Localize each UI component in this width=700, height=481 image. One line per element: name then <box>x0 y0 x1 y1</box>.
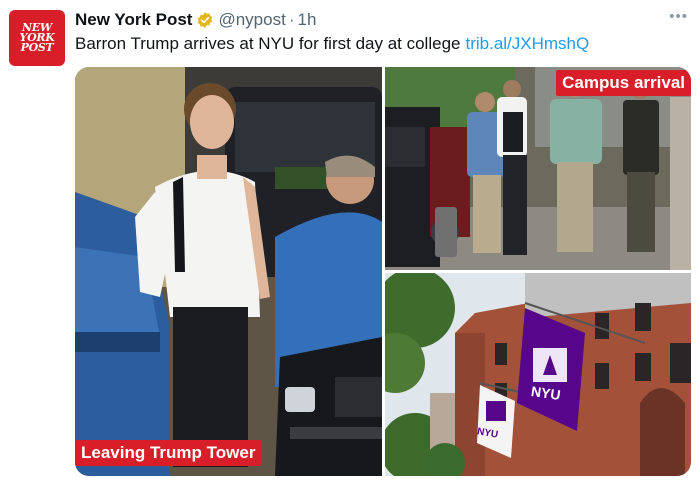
photo-leaving-trump-tower-image <box>75 67 382 476</box>
avatar[interactable]: NEW YORK POST <box>9 10 65 66</box>
caption-leaving-trump-tower: Leaving Trump Tower <box>75 440 262 466</box>
author-name[interactable]: New York Post <box>75 10 192 30</box>
tweet-text: Barron Trump arrives at NYU for first da… <box>75 34 589 54</box>
timestamp[interactable]: 1h <box>298 10 317 30</box>
photo-nyu-building-image <box>385 273 691 476</box>
verified-badge-icon <box>198 12 213 28</box>
photo-campus-arrival-image <box>385 67 691 270</box>
author-handle[interactable]: @nypost <box>218 10 285 30</box>
tweet-header: New York Post @nypost · 1h ••• <box>75 8 688 32</box>
tweet-link[interactable]: trib.al/JXHmshQ <box>465 34 589 53</box>
photo-campus-arrival[interactable]: Campus arrival <box>385 67 691 270</box>
tweet-body: Barron Trump arrives at NYU for first da… <box>75 34 461 53</box>
separator-dot: · <box>288 10 295 29</box>
photo-nyu-building[interactable]: NYU NYU <box>385 273 691 476</box>
media-grid: Leaving Trump Tower Campus arrival NYU N… <box>75 67 691 476</box>
photo-leaving-trump-tower[interactable]: Leaving Trump Tower <box>75 67 382 476</box>
caption-campus-arrival: Campus arrival <box>556 70 691 96</box>
more-horizontal-icon[interactable]: ••• <box>669 8 688 25</box>
avatar-line-3: POST <box>20 41 54 54</box>
